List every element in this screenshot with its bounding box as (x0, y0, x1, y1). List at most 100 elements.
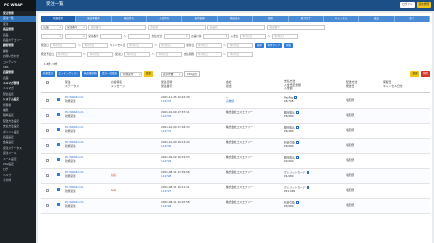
paid-date-to[interactable]: 年/月/日 (271, 34, 298, 39)
row-checkbox[interactable] (46, 204, 49, 207)
order-type-select[interactable]: 受注番号 (64, 25, 87, 30)
search-button[interactable]: 検索 (255, 43, 265, 48)
status-tab[interactable]: 返品 (359, 16, 395, 22)
phone-input[interactable]: 電話番号 (266, 25, 325, 30)
row-checkbox[interactable] (46, 114, 49, 117)
apply-status-button[interactable]: 変更 (143, 71, 153, 77)
row-checkbox[interactable] (46, 129, 49, 132)
order-number-link[interactable]: 114727 (161, 189, 190, 194)
sidebar-item[interactable]: その他 (0, 178, 36, 183)
paid-date-from[interactable]: 年/月/日 (240, 34, 267, 39)
deadline-to[interactable]: 年/月/日 (227, 52, 254, 57)
ship-date-from[interactable]: 年/月/日 (50, 43, 77, 48)
order-date-to[interactable]: 年/月/日 (156, 52, 183, 57)
order-no-to[interactable] (127, 34, 150, 39)
bulk-change-button[interactable]: 受注一括変更 (99, 71, 119, 77)
range-sep: 〜 (154, 44, 158, 47)
table-row[interactable]: PC WRAP.com 新規受注 2021-10-09 16:13:44 114… (41, 139, 430, 154)
planned-ship-from[interactable]: 年/月/日 (55, 52, 82, 57)
order-number-link[interactable]: 114730 (161, 144, 190, 149)
cancel-date-from[interactable]: 年/月/日 (126, 43, 153, 48)
status-tab[interactable]: キャンセル (324, 16, 360, 22)
filter2-select-a[interactable] (41, 34, 63, 39)
name-input[interactable]: お名前 (147, 25, 206, 30)
deadline-label: 支払期限 (183, 53, 195, 56)
update-date-from[interactable]: 年/月/日 (195, 43, 222, 48)
status-tab[interactable]: 発送待ち (112, 16, 148, 22)
payment-cell: クレジットカード ¥21,999 (284, 186, 310, 194)
status-cell: PC WRAP.com 新規受注 (65, 185, 83, 193)
delivery-select[interactable] (203, 34, 230, 39)
ship-date-to[interactable]: 年/月/日 (82, 43, 109, 48)
table-row[interactable]: PC WRAP.com 新規受注 test 2021-08-11 10:11:1… (41, 184, 430, 199)
status-tab[interactable]: 全て (395, 16, 430, 22)
clear-button[interactable]: 条件クリア (265, 43, 283, 48)
row-checkbox[interactable] (46, 144, 49, 147)
edit-icon[interactable] (295, 141, 299, 144)
detail-button[interactable]: 詳細 (283, 43, 293, 48)
order-number-link[interactable]: 114726 (161, 204, 190, 209)
col-company: 会社 担当 (226, 80, 232, 88)
table-row[interactable]: PC WRAP.com 新規受注 2021-10-09 17:16:33 114… (41, 124, 430, 139)
edit-icon[interactable] (295, 126, 299, 129)
status-tab[interactable]: 保留 (253, 16, 289, 22)
edit-icon[interactable] (295, 156, 299, 159)
status-tab[interactable]: 出荷依頼 (182, 16, 218, 22)
status-tab[interactable]: 発送準備中 (76, 16, 112, 22)
shipping-method: 宅配便 (346, 113, 355, 117)
delivery-label: お届け先 (191, 35, 202, 38)
planned-ship-to[interactable]: 年/月/日 (87, 52, 114, 57)
status-tab[interactable]: 入金待ち (147, 16, 183, 22)
new-order-button[interactable]: 新規受注 (41, 71, 56, 77)
site-badge-icon (57, 172, 61, 177)
product-name-input[interactable]: 商品名 (207, 25, 266, 30)
order-number-link[interactable]: 114733 (161, 99, 190, 104)
range-sep: 〜 (77, 44, 81, 47)
edit-icon[interactable] (295, 201, 299, 204)
picking-list-button[interactable]: ピッキングリスト (56, 71, 81, 77)
delete-button[interactable]: 削除 (420, 71, 430, 77)
edit-icon[interactable] (294, 96, 298, 99)
row-checkbox[interactable] (46, 174, 49, 177)
table-row[interactable]: PC WRAP.com 新規受注 2021-11-25 10:42:39 114… (41, 94, 430, 109)
status-tab[interactable]: 新規受付 (41, 16, 77, 22)
per-page-select[interactable]: 表示件数 (160, 71, 183, 77)
order-number-link[interactable]: 114729 (161, 159, 190, 164)
table-row[interactable]: PC WRAP.com 新規受注 対応 2021-08-11 11:59:58 … (41, 169, 430, 184)
status-tab[interactable]: 発送済み (218, 16, 254, 22)
order-no-from[interactable] (100, 34, 123, 39)
table-row[interactable]: PC WRAP.com 新規受注 2021-10-09 17:57:11 114… (41, 109, 430, 124)
select-all-checkbox[interactable] (46, 81, 49, 84)
order-number-link[interactable]: 114731 (161, 129, 190, 134)
order-cell: 2021-10-09 17:16:33 114731 (161, 125, 190, 134)
order-cell: 2021-08-11 10:07:58 114726 (161, 200, 190, 209)
order-date-from[interactable]: 年/月/日 (124, 52, 151, 57)
csv-export-button[interactable]: CSV出力 (184, 71, 201, 77)
company-cell: 株式会社エスエフジー (226, 200, 253, 205)
payment-select[interactable] (163, 34, 190, 39)
table-row[interactable]: PC WRAP.com 新規受注 2021-08-11 10:07:58 114… (41, 199, 430, 214)
order-number-link[interactable]: 114732 (161, 114, 190, 119)
login-button[interactable]: ログイン (400, 2, 415, 8)
print-delivery-button[interactable]: 納品書印刷 (81, 71, 99, 77)
update-date-to[interactable]: 年/月/日 (227, 43, 254, 48)
row-checkbox[interactable] (46, 159, 49, 162)
cancel-date-to[interactable]: 年/月/日 (158, 43, 185, 48)
order-manage-button[interactable]: 受注管理 (416, 2, 431, 8)
edit-icon[interactable] (295, 111, 299, 114)
edit-icon[interactable] (306, 171, 310, 174)
order-number-input[interactable]: 受注番号 (88, 25, 147, 30)
edit-icon[interactable] (306, 186, 310, 189)
edit-button[interactable]: 変更 (410, 71, 420, 77)
row-checkbox[interactable] (46, 99, 49, 102)
payment-cell: 銀行振込 ¥8,980 (284, 111, 299, 119)
shop-select[interactable]: 店舗 (41, 25, 63, 30)
table-row[interactable]: PC WRAP.com 新規受注 2021-09-02 16:19:53 114… (41, 154, 430, 169)
order-cell: 2021-08-11 10:11:11 114727 (161, 185, 190, 194)
row-checkbox[interactable] (46, 189, 49, 192)
deadline-from[interactable]: 年/月/日 (195, 52, 222, 57)
status-tab[interactable]: 取引完了 (289, 16, 324, 22)
status-change-select[interactable]: 新規受付 (120, 71, 143, 77)
order-number-link[interactable]: 114728 (161, 174, 190, 179)
filter2-select-b[interactable] (64, 34, 87, 39)
